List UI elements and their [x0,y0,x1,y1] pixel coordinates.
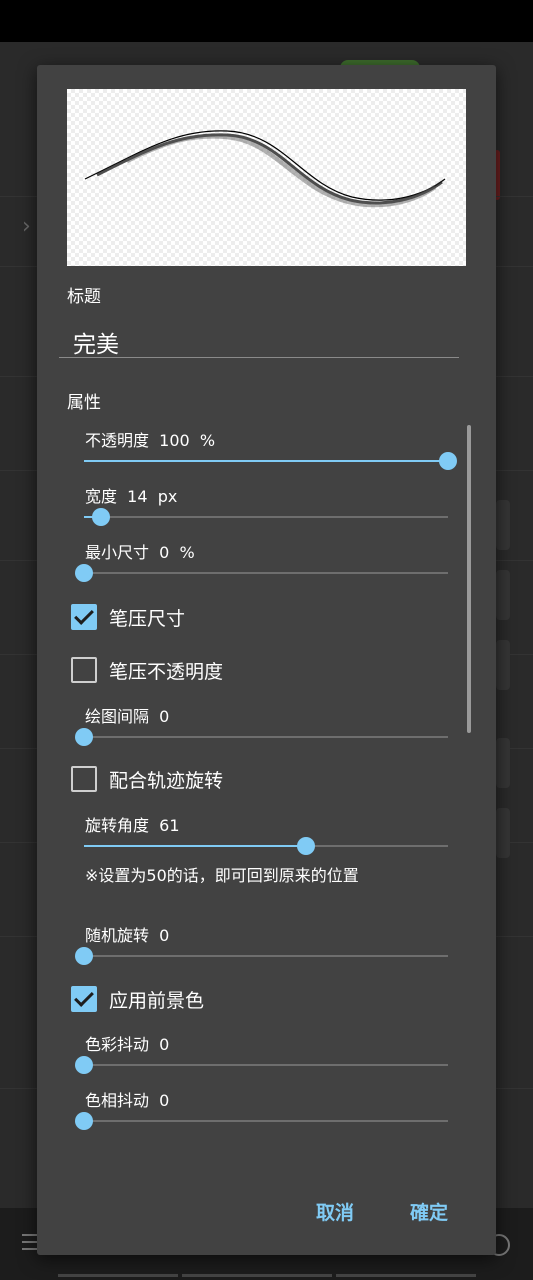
brush-settings-dialog: 标题 完美 属性 不透明度 100 % 宽度 14 px 最小尺寸 0 % 笔压… [37,65,496,1255]
title-section-label: 标题 [67,287,101,307]
slider-thumb[interactable] [75,1056,93,1074]
slider-thumb[interactable] [75,947,93,965]
slider-thumb[interactable] [439,452,457,470]
rotation-note: ※设置为50的话，即可回到原来的位置 [85,866,359,885]
chevron-right-icon: › [22,214,31,239]
hue-jitter-label: 色相抖动 0 [85,1091,170,1110]
slider-thumb[interactable] [75,1112,93,1130]
background-button [496,808,510,858]
follow-path-label: 配合轨迹旋转 [109,770,224,792]
slider-thumb[interactable] [75,728,93,746]
spacing-slider[interactable] [75,728,448,746]
opacity-slider[interactable] [84,452,457,470]
background-button [496,640,510,690]
brush-stroke-preview [84,130,446,208]
min-size-slider[interactable] [75,564,448,582]
width-slider[interactable] [84,508,448,526]
pressure-opacity-checkbox[interactable] [71,657,97,683]
ok-button[interactable]: 確定 [410,1198,448,1225]
properties-section-label: 属性 [67,393,101,413]
cancel-button[interactable]: 取消 [316,1198,354,1225]
slider-thumb[interactable] [297,837,316,855]
background-button [496,738,510,788]
opacity-label: 不透明度 100 % [85,431,216,450]
foreground-color-label: 应用前景色 [109,990,205,1012]
hue-jitter-slider[interactable] [75,1112,448,1130]
min-size-label: 最小尺寸 0 % [85,543,195,562]
slider-thumb[interactable] [92,508,111,526]
pressure-size-checkbox[interactable] [71,604,97,630]
pressure-size-label: 笔压尺寸 [109,608,186,630]
background-button [496,500,510,550]
scrollbar[interactable] [467,425,471,733]
follow-path-checkbox[interactable] [71,766,97,792]
background-button [496,570,510,620]
spacing-label: 绘图间隔 0 [85,707,170,726]
background-tab-indicator [182,1274,332,1277]
background-tab-indicator [336,1274,476,1277]
pressure-opacity-label: 笔压不透明度 [109,661,224,683]
brush-title-value: 完美 [73,332,119,358]
foreground-color-checkbox[interactable] [71,986,97,1012]
random-rotation-slider[interactable] [75,947,448,965]
slider-thumb[interactable] [75,564,93,582]
color-jitter-label: 色彩抖动 0 [85,1035,170,1054]
width-label: 宽度 14 px [85,487,178,506]
background-tab-indicator [58,1274,178,1277]
rotation-angle-label: 旋转角度 61 [85,816,180,835]
rotation-angle-slider[interactable] [84,837,448,855]
brush-title-input[interactable]: 完美 [59,317,459,358]
brush-preview [67,89,466,266]
random-rotation-label: 随机旋转 0 [85,926,170,945]
color-jitter-slider[interactable] [75,1056,448,1074]
status-bar [0,0,533,42]
